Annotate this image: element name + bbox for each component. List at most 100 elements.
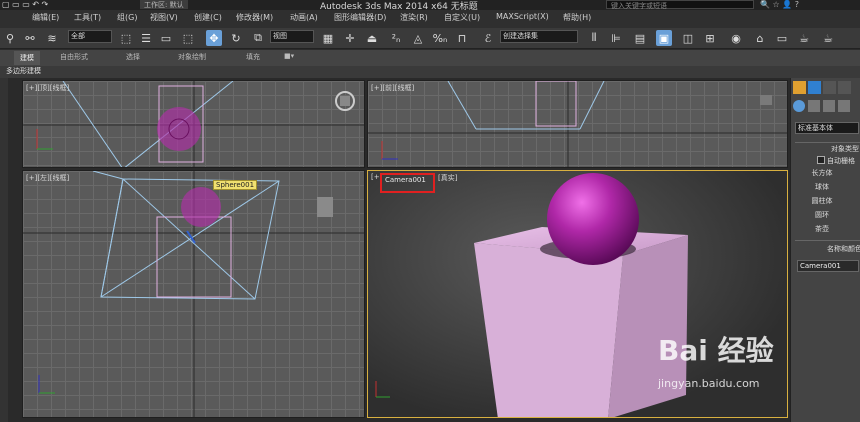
box-button[interactable]: 长方体 bbox=[797, 168, 847, 179]
selection-filter-dropdown[interactable]: 全部 bbox=[68, 30, 112, 43]
hierarchy-tab-icon[interactable] bbox=[823, 81, 836, 94]
viewport-top-scene bbox=[23, 81, 364, 167]
mirror-icon[interactable]: ⫴ bbox=[586, 30, 602, 46]
viewport-top-label[interactable]: [+][顶][线框] bbox=[26, 83, 69, 93]
ribbon-panel: 多边形建模 bbox=[0, 66, 860, 78]
viewcube-front-icon bbox=[760, 95, 772, 105]
menu-maxscript[interactable]: MAXScript(X) bbox=[496, 12, 549, 21]
create-tab-icon[interactable] bbox=[793, 81, 806, 94]
menu-help[interactable]: 帮助(H) bbox=[563, 12, 591, 23]
spinner-snap-icon[interactable]: ⊓ bbox=[454, 30, 470, 46]
modify-tab-icon[interactable] bbox=[808, 81, 821, 94]
cylinder-button[interactable]: 圆柱体 bbox=[797, 196, 847, 207]
camera-shading-mode[interactable]: [真实] bbox=[438, 173, 457, 183]
keyboard-shortcut-icon[interactable]: ⏏ bbox=[364, 30, 380, 46]
link-icon[interactable]: ⚲ bbox=[2, 30, 18, 46]
menu-views[interactable]: 视图(V) bbox=[150, 12, 178, 23]
torus-button[interactable]: 圆环 bbox=[797, 210, 847, 221]
menu-tools[interactable]: 工具(T) bbox=[74, 12, 101, 23]
angle-snap-icon[interactable]: ◬ bbox=[410, 30, 426, 46]
tab-modeling[interactable]: 建模 bbox=[14, 51, 40, 65]
tab-selection[interactable]: 选择 bbox=[126, 52, 140, 62]
lights-icon[interactable] bbox=[823, 100, 835, 112]
polygon-modeling-label[interactable]: 多边形建模 bbox=[6, 66, 41, 76]
ribbon-toggle-icon[interactable]: ▣ bbox=[656, 30, 672, 46]
quick-access-icons[interactable]: ▢ ▭ ▭ ↶ ↷ bbox=[2, 0, 48, 9]
ribbon-options-icon[interactable]: ■▾ bbox=[284, 52, 294, 60]
search-input[interactable]: 键入关键字或短语 bbox=[606, 0, 754, 10]
menu-animation[interactable]: 动画(A) bbox=[290, 12, 318, 23]
snaps-toggle-icon[interactable]: ²ₙ bbox=[388, 30, 404, 46]
curve-editor-icon[interactable]: ◫ bbox=[680, 30, 696, 46]
tab-populate[interactable]: 填充 bbox=[246, 52, 260, 62]
camera-name-label[interactable]: Camera001 bbox=[380, 173, 435, 193]
menu-customize[interactable]: 自定义(U) bbox=[444, 12, 480, 23]
sphere-button[interactable]: 球体 bbox=[797, 182, 847, 193]
workspace-dropdown[interactable]: 工作区: 默认 bbox=[140, 0, 188, 9]
teapot-button[interactable]: 茶壶 bbox=[797, 224, 847, 235]
align-icon[interactable]: ⊫ bbox=[608, 30, 624, 46]
object-type-rollout[interactable]: 对象类型 bbox=[831, 144, 859, 154]
select-by-name-icon[interactable]: ☰ bbox=[138, 30, 154, 46]
viewport-left-label[interactable]: [+][左][线框] bbox=[26, 173, 69, 183]
edit-named-selection-icon[interactable]: ℰ bbox=[480, 30, 496, 46]
menu-edit[interactable]: 编辑(E) bbox=[32, 12, 59, 23]
select-scale-icon[interactable]: ⧉ bbox=[250, 30, 266, 46]
geometry-icon[interactable] bbox=[793, 100, 805, 112]
autogrid-label: 自动栅格 bbox=[827, 157, 855, 165]
named-selection-dropdown[interactable]: 创建选择集 bbox=[500, 30, 578, 43]
help-icons[interactable]: 🔍 ☆ 👤 ? bbox=[760, 0, 799, 9]
pivot-icon[interactable]: ▦ bbox=[320, 30, 336, 46]
viewport-camera[interactable]: [+] Camera001 [真实] Bai 经验 jingyan.baidu.… bbox=[367, 170, 788, 418]
name-color-rollout[interactable]: 名称和颜色 bbox=[827, 244, 860, 254]
title-bar: ▢ ▭ ▭ ↶ ↷ 工作区: 默认 Autodesk 3ds Max 2014 … bbox=[0, 0, 860, 12]
tab-freeform[interactable]: 自由形式 bbox=[60, 52, 88, 62]
cameras-icon[interactable] bbox=[838, 100, 850, 112]
percent-snap-icon[interactable]: %ₙ bbox=[432, 30, 448, 46]
viewport-top[interactable]: [+][顶][线框] bbox=[22, 80, 365, 168]
motion-tab-icon[interactable] bbox=[838, 81, 851, 94]
bind-spacewarp-icon[interactable]: ≋ bbox=[44, 30, 60, 46]
menu-bar: 编辑(E) 工具(T) 组(G) 视图(V) 创建(C) 修改器(M) 动画(A… bbox=[0, 10, 860, 28]
rendered-frame-icon[interactable]: ▭ bbox=[774, 30, 790, 46]
autogrid-checkbox[interactable] bbox=[817, 156, 825, 164]
select-object-icon[interactable]: ⬚ bbox=[118, 30, 134, 46]
menu-group[interactable]: 组(G) bbox=[117, 12, 137, 23]
viewport-left[interactable]: [+][左][线框] Sphere001 bbox=[22, 170, 365, 418]
unlink-icon[interactable]: ⚯ bbox=[22, 30, 38, 46]
tab-object-paint[interactable]: 对象绘制 bbox=[178, 52, 206, 62]
render-setup-icon[interactable]: ⌂ bbox=[752, 30, 768, 46]
watermark-brand: Bai 经验 bbox=[658, 334, 774, 367]
ref-coord-dropdown[interactable]: 视图 bbox=[270, 30, 314, 43]
selection-region-icon[interactable]: ▭ bbox=[158, 30, 174, 46]
menu-graph-editors[interactable]: 图形编辑器(D) bbox=[334, 12, 386, 23]
viewport-area: [+][顶][线框] [+][前][线框] [+][左][线框] Sphere0… bbox=[0, 78, 790, 422]
menu-create[interactable]: 创建(C) bbox=[194, 12, 222, 23]
schematic-view-icon[interactable]: ⊞ bbox=[702, 30, 718, 46]
left-strip bbox=[0, 78, 8, 422]
select-move-icon[interactable]: ✥ bbox=[206, 30, 222, 46]
viewcube-left-icon bbox=[317, 197, 333, 217]
viewport-front-label[interactable]: [+][前][线框] bbox=[371, 83, 414, 93]
select-rotate-icon[interactable]: ↻ bbox=[228, 30, 244, 46]
box-front-face bbox=[474, 243, 623, 417]
primitive-type-dropdown[interactable]: 标准基本体 bbox=[795, 122, 859, 134]
render-production-icon[interactable]: ☕ bbox=[796, 30, 812, 46]
command-panel-tabs bbox=[793, 81, 851, 94]
render-iterative-icon[interactable]: ☕ bbox=[820, 30, 836, 46]
shapes-icon[interactable] bbox=[808, 100, 820, 112]
layer-manager-icon[interactable]: ▤ bbox=[632, 30, 648, 46]
ribbon-tabs: 建模 自由形式 选择 对象绘制 填充 ■▾ bbox=[0, 50, 860, 66]
menu-modifiers[interactable]: 修改器(M) bbox=[236, 12, 273, 23]
main-toolbar: ⚲ ⚯ ≋ 全部 ⬚ ☰ ▭ ⬚ ✥ ↻ ⧉ 视图 ▦ ✛ ⏏ ²ₙ ◬ %ₙ … bbox=[0, 28, 860, 49]
viewport-front[interactable]: [+][前][线框] bbox=[367, 80, 788, 168]
window-crossing-icon[interactable]: ⬚ bbox=[180, 30, 196, 46]
sphere-top bbox=[157, 107, 201, 151]
material-editor-icon[interactable]: ◉ bbox=[728, 30, 744, 46]
menu-rendering[interactable]: 渲染(R) bbox=[400, 12, 428, 23]
sphere-left bbox=[181, 187, 221, 227]
viewport-front-scene bbox=[368, 81, 787, 167]
object-name-field[interactable]: Camera001 bbox=[797, 260, 859, 272]
manipulate-icon[interactable]: ✛ bbox=[342, 30, 358, 46]
object-category-icons bbox=[793, 100, 850, 112]
